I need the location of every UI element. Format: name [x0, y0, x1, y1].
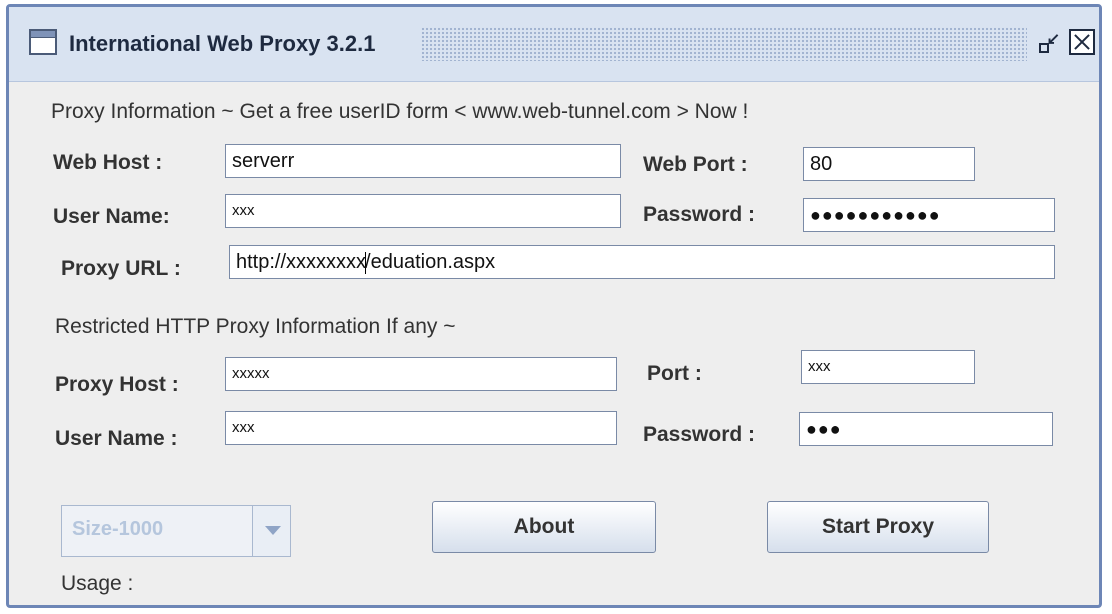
web-port-label: Web Port :	[643, 153, 748, 176]
web-port-field[interactable]: 80	[803, 147, 975, 181]
restricted-user-name-field[interactable]: xxx	[225, 411, 617, 445]
title-bar-grip	[421, 27, 1027, 61]
restore-button[interactable]: ↙	[1037, 29, 1063, 55]
proxy-host-field[interactable]: xxxxx	[225, 357, 617, 391]
proxy-url-field[interactable]: http://xxxxxxxx/eduation.aspx	[229, 245, 1055, 279]
restricted-info-header: Restricted HTTP Proxy Information If any…	[55, 315, 456, 338]
close-button[interactable]	[1069, 29, 1095, 55]
usage-label: Usage :	[61, 572, 134, 595]
port-field[interactable]: xxx	[801, 350, 975, 384]
web-host-label: Web Host :	[53, 151, 163, 174]
user-name-label: User Name:	[53, 205, 170, 228]
port-label: Port :	[647, 362, 702, 385]
about-button[interactable]: About	[432, 501, 656, 553]
proxy-host-label: Proxy Host :	[55, 373, 179, 396]
restricted-password-label: Password :	[643, 423, 756, 446]
window-icon	[29, 29, 57, 55]
proxy-info-header: Proxy Information ~ Get a free userID fo…	[51, 100, 749, 123]
proxy-url-label: Proxy URL :	[61, 257, 181, 280]
window-title: International Web Proxy 3.2.1	[69, 31, 376, 56]
restricted-user-name-label: User Name :	[55, 427, 178, 450]
user-name-field[interactable]: xxx	[225, 194, 621, 228]
size-select-value: Size-1000	[72, 518, 164, 540]
title-bar[interactable]: International Web Proxy 3.2.1 ↙	[9, 7, 1099, 82]
password-field[interactable]: ●●●●●●●●●●●	[803, 198, 1055, 232]
proxy-window: International Web Proxy 3.2.1 ↙ Proxy In…	[6, 4, 1102, 608]
size-select[interactable]: Size-1000	[61, 505, 291, 557]
password-label: Password :	[643, 203, 756, 226]
start-proxy-button[interactable]: Start Proxy	[767, 501, 989, 553]
restricted-password-field[interactable]: ●●●	[799, 412, 1053, 446]
proxy-url-text-end: /eduation.aspx	[365, 251, 496, 273]
proxy-url-text-start: http://xxxxxxxx	[236, 251, 367, 273]
chevron-down-icon[interactable]	[252, 506, 290, 556]
web-host-field[interactable]: serverr	[225, 144, 621, 178]
